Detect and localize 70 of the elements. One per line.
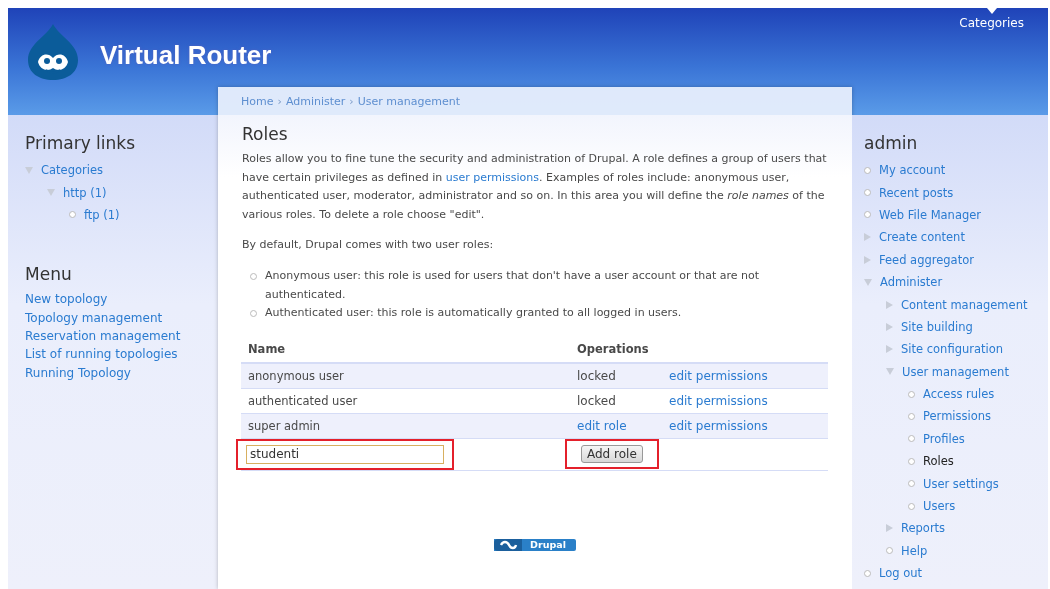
bullet-text: Authenticated user: this role is automatically granted to all logged in users. (265, 305, 682, 322)
bullet-icon (908, 480, 915, 488)
menu-link[interactable]: Web File Manager (879, 207, 982, 222)
breadcrumb-link[interactable]: Administer (285, 94, 346, 108)
menu-link[interactable]: ftp (1) (84, 207, 120, 222)
intro-paragraph: Roles allow you to fine tune the security and administration of Drupal. A role defines a group of users that have certain privileges as defined in user permissions. Examples of roles include: anonymous user, authenticated user, moderator, administrator and so on. In this area you will define the role names of the various roles. To delete a role choose "edit". (242, 151, 828, 223)
table-cell: locked (577, 393, 616, 408)
menu-link[interactable]: Content management (901, 297, 1028, 312)
bullet-icon (864, 166, 871, 174)
menu-link[interactable]: New topology (25, 290, 218, 309)
badge-label: Drupal (529, 538, 567, 551)
operation-link[interactable]: edit permissions (669, 393, 768, 408)
table-cell: anonymous user (241, 362, 570, 389)
menu-link[interactable]: Permissions (923, 409, 992, 424)
add-role-button[interactable]: Add role (581, 445, 643, 464)
table-cell: locked (577, 368, 616, 383)
menu-link[interactable]: Reports (901, 521, 946, 536)
bullet-icon (908, 435, 915, 443)
menu-link[interactable]: User management (902, 364, 1009, 379)
default-note: By default, Drupal comes with two user roles: (242, 237, 495, 254)
menu-link[interactable]: Profiles (923, 431, 965, 446)
menu-link[interactable]: Administer (880, 275, 943, 290)
menu-link[interactable]: Access rules (923, 387, 995, 402)
separator-icon: › (349, 94, 354, 108)
bullet-icon (864, 211, 871, 219)
caret-icon (986, 8, 997, 14)
bullet-icon (908, 502, 915, 510)
bullet-icon (908, 413, 915, 420)
menu-link[interactable]: Topology management (25, 308, 218, 327)
column-header: Name (241, 336, 570, 363)
menu-link[interactable]: Create content (879, 230, 965, 245)
menu-link[interactable]: Site building (901, 319, 973, 334)
table-cell: super admin (241, 413, 570, 439)
top-nav-link[interactable]: Categories (959, 16, 1024, 30)
menu-link[interactable]: Reservation management (25, 327, 218, 346)
bullet-icon (864, 189, 871, 197)
bullet-icon (250, 272, 257, 280)
menu-link[interactable]: My account (879, 163, 946, 178)
bullet-icon (69, 211, 76, 219)
column-header: Operations (570, 336, 828, 363)
drupal-badge[interactable]: Drupal (494, 538, 576, 551)
bullet-text: Anonymous user: this role is used for users that don't have a user account or that are not authenticated. (265, 267, 761, 303)
separator-icon: › (277, 94, 282, 108)
page-title: Roles (242, 124, 289, 144)
breadcrumb-link[interactable]: Home (241, 94, 274, 108)
block-heading: admin (864, 133, 919, 153)
role-name-field[interactable]: studenti (246, 444, 444, 464)
site-name[interactable]: Virtual Router (100, 33, 272, 71)
menu-link[interactable]: Categories (41, 163, 103, 178)
menu-link[interactable]: Running Topology (25, 363, 218, 383)
menu-link[interactable]: User settings (923, 476, 999, 491)
menu-link[interactable]: Users (923, 499, 956, 514)
bullet-icon (250, 310, 257, 318)
breadcrumb-link[interactable]: User management (357, 94, 460, 108)
menu-link[interactable]: Log out (879, 566, 923, 581)
bullet-icon (864, 569, 871, 577)
menu-link[interactable]: Site configuration (901, 342, 1004, 357)
drop-logo-icon (26, 22, 80, 82)
block-heading: Primary links (25, 133, 137, 153)
menu-link[interactable]: Roles (923, 454, 954, 469)
bullet-icon (886, 547, 893, 555)
menu-link[interactable]: Help (901, 543, 928, 558)
menu-link[interactable]: Feed aggregator (879, 252, 974, 267)
bullet-icon (908, 457, 915, 465)
bullet-icon (908, 390, 915, 398)
menu-link[interactable]: List of running topologies (25, 345, 218, 364)
menu-link[interactable]: http (1) (63, 185, 107, 200)
table-cell: authenticated user (241, 388, 570, 414)
block-heading: Menu (25, 264, 73, 285)
menu-link[interactable]: Recent posts (879, 185, 954, 200)
